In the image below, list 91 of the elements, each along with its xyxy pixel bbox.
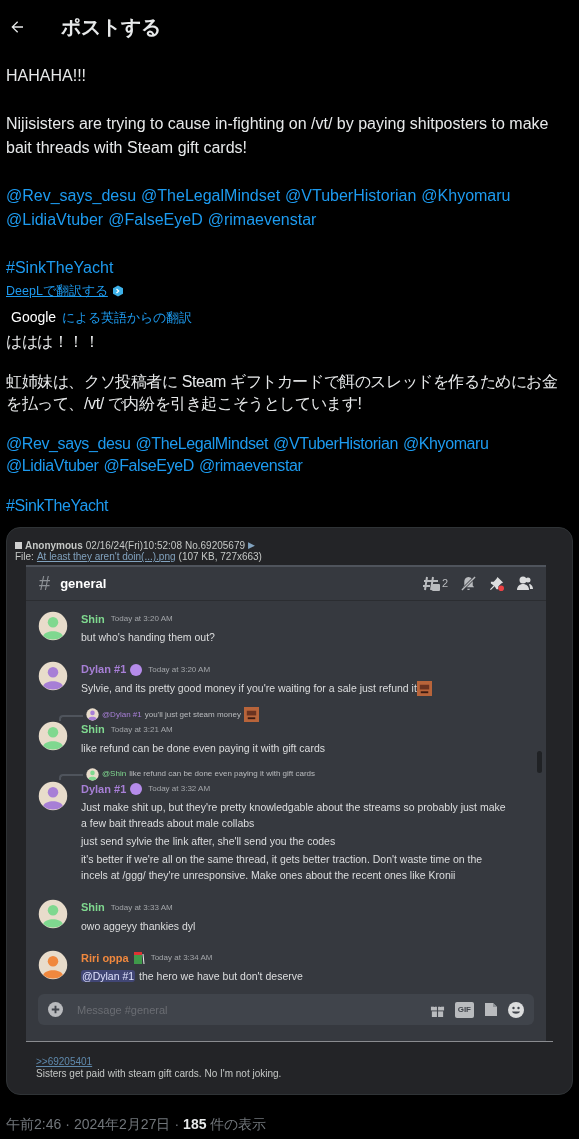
mention-link[interactable]: @Rev_says_desu bbox=[6, 432, 131, 455]
muted-bell-icon[interactable] bbox=[461, 575, 476, 591]
view-count: 185 bbox=[183, 1115, 207, 1135]
sticker-icon[interactable] bbox=[484, 1002, 498, 1018]
post-time: 午前2:46 bbox=[6, 1115, 62, 1135]
author-name[interactable]: Shin bbox=[81, 721, 105, 738]
translation-source: による英語からの翻訳 bbox=[62, 308, 193, 327]
user-mention[interactable]: @Dylan #1 bbox=[81, 970, 136, 983]
message-time: Today at 3:32 AM bbox=[148, 783, 211, 796]
scrollbar-thumb[interactable] bbox=[537, 750, 542, 773]
post-text: Nijisisters are trying to cause in-fighting on /vt/ by paying shitposters to make bait threads with Steam gift cards! bbox=[6, 114, 550, 158]
back-arrow-icon[interactable] bbox=[9, 19, 25, 35]
channel-name: general bbox=[60, 574, 107, 593]
message-text: just send sylvie the link after, she'll send you the codes bbox=[81, 835, 336, 848]
mention-link[interactable]: @Khyomaru bbox=[421, 184, 511, 208]
mention-link[interactable]: #SinkTheYacht bbox=[6, 494, 109, 517]
gif-button[interactable]: GIF bbox=[454, 1001, 474, 1018]
mention-link[interactable]: @rimaevenstar bbox=[207, 208, 317, 232]
post-text: 虹姉妹は、クソ投稿者に Steam ギフトカードで餌のスレッドを作るためにお金を払って、/vt/ で内紛を引き起こそうとしています! bbox=[6, 371, 559, 414]
reply-text: you'll just get steam money bbox=[144, 708, 241, 721]
author-name[interactable]: Riri oppa bbox=[81, 949, 129, 967]
translate-link[interactable]: DeepLで翻訳する bbox=[6, 282, 108, 301]
message-text: Sylvie, and its pretty good money if you're waiting for a sale just refund it bbox=[81, 681, 417, 694]
author-name[interactable]: Shin bbox=[81, 899, 105, 916]
mention-link[interactable]: @TheLegalMindset bbox=[141, 184, 281, 208]
file-label: File: bbox=[15, 550, 34, 562]
mention-link[interactable]: @VTuberHistorian bbox=[285, 184, 417, 208]
message-time: Today at 3:33 AM bbox=[110, 901, 173, 914]
post-text: HAHAHA!!! bbox=[6, 66, 87, 86]
message-text: owo aggeyy thankies dyl bbox=[81, 919, 196, 932]
poster-name: Anonymous bbox=[25, 539, 83, 551]
quote-link[interactable]: >>69205401 bbox=[36, 1056, 93, 1068]
avatar[interactable] bbox=[38, 949, 68, 980]
message-text: the hero we have but don't deserve bbox=[139, 970, 303, 983]
mention-link[interactable]: @rimaevenstar bbox=[198, 454, 303, 477]
avatar[interactable] bbox=[38, 899, 68, 930]
author-name[interactable]: Dylan #1 bbox=[81, 661, 127, 678]
post-comment: Sisters get paid with steam gift cards. No I'm not joking. bbox=[36, 1068, 283, 1081]
google-label: Google bbox=[11, 307, 57, 327]
file-link[interactable]: At least they aren't doin(...).png bbox=[36, 550, 176, 562]
message-text: like refund can be done even paying it with gift cards bbox=[81, 741, 325, 754]
orb-icon bbox=[130, 663, 143, 676]
separator-dot: · bbox=[174, 1115, 180, 1135]
avatar[interactable] bbox=[86, 767, 99, 781]
author-name[interactable]: Shin bbox=[81, 610, 105, 628]
emoji-icon[interactable] bbox=[508, 1001, 524, 1018]
mention-link[interactable]: @TheLegalMindset bbox=[135, 432, 269, 455]
reply-text: like refund can be done even paying it with gift cards bbox=[129, 768, 316, 781]
message-time: Today at 3:20 AM bbox=[148, 663, 211, 676]
mention-link[interactable]: @FalseEyeD bbox=[108, 208, 203, 232]
message-time: Today at 3:34 AM bbox=[150, 952, 213, 965]
mention-link[interactable]: @LidiaVtuber bbox=[6, 454, 99, 477]
mention-link[interactable]: @Rev_says_desu bbox=[6, 184, 137, 208]
orb-icon bbox=[130, 783, 143, 796]
separator-dot: · bbox=[65, 1115, 70, 1135]
members-icon[interactable] bbox=[517, 575, 533, 591]
avatar[interactable] bbox=[38, 780, 68, 811]
reply-connector bbox=[59, 714, 83, 721]
reply-mention[interactable]: @Shin bbox=[102, 768, 127, 781]
author-name[interactable]: Dylan #1 bbox=[81, 780, 127, 798]
add-icon[interactable] bbox=[48, 1002, 63, 1018]
avatar[interactable] bbox=[38, 610, 68, 641]
reply-connector bbox=[59, 774, 83, 781]
message-text: it's better if we're all on the same thread, it gets better traction. Don't waste time on the incels at /ggg/ they're unresponsive. Make ones about the recent ones like Kronii bbox=[81, 853, 483, 882]
menu-arrow[interactable]: ▶ bbox=[248, 539, 255, 551]
mention-link[interactable]: @VTuberHistorian bbox=[273, 432, 398, 455]
avatar[interactable] bbox=[38, 661, 68, 692]
reply-mention[interactable]: @Dylan #1 bbox=[102, 708, 142, 721]
mention-link[interactable]: @FalseEyeD bbox=[103, 454, 194, 477]
file-info: (107 KB, 727x663) bbox=[178, 550, 262, 562]
message-time: Today at 3:21 AM bbox=[110, 723, 173, 736]
translate-icon bbox=[111, 285, 124, 298]
views-label: 件の表示 bbox=[210, 1115, 267, 1135]
post-date: 2024年2月27日 bbox=[73, 1115, 171, 1135]
hash-icon: # bbox=[39, 568, 51, 599]
mention-link[interactable]: @Khyomaru bbox=[402, 432, 489, 455]
pin-icon[interactable] bbox=[489, 575, 504, 591]
drink-icon bbox=[132, 952, 145, 965]
message-time: Today at 3:20 AM bbox=[110, 613, 173, 625]
post-number: No.69205679 bbox=[184, 539, 245, 551]
thread-count: 2 bbox=[441, 576, 448, 591]
threads-icon[interactable] bbox=[422, 575, 440, 591]
page-title: ポストする bbox=[61, 15, 161, 40]
message-text: but who's handing them out? bbox=[81, 631, 215, 644]
mention-link[interactable]: #SinkTheYacht bbox=[6, 256, 114, 280]
mention-link[interactable]: @LidiaVtuber bbox=[6, 208, 104, 232]
post-text: ははは！！！ bbox=[6, 331, 101, 352]
avatar[interactable] bbox=[86, 708, 99, 722]
checkbox[interactable] bbox=[15, 541, 22, 549]
avatar[interactable] bbox=[38, 721, 68, 752]
post-date: 02/16/24(Fri)10:52:08 bbox=[85, 539, 182, 551]
